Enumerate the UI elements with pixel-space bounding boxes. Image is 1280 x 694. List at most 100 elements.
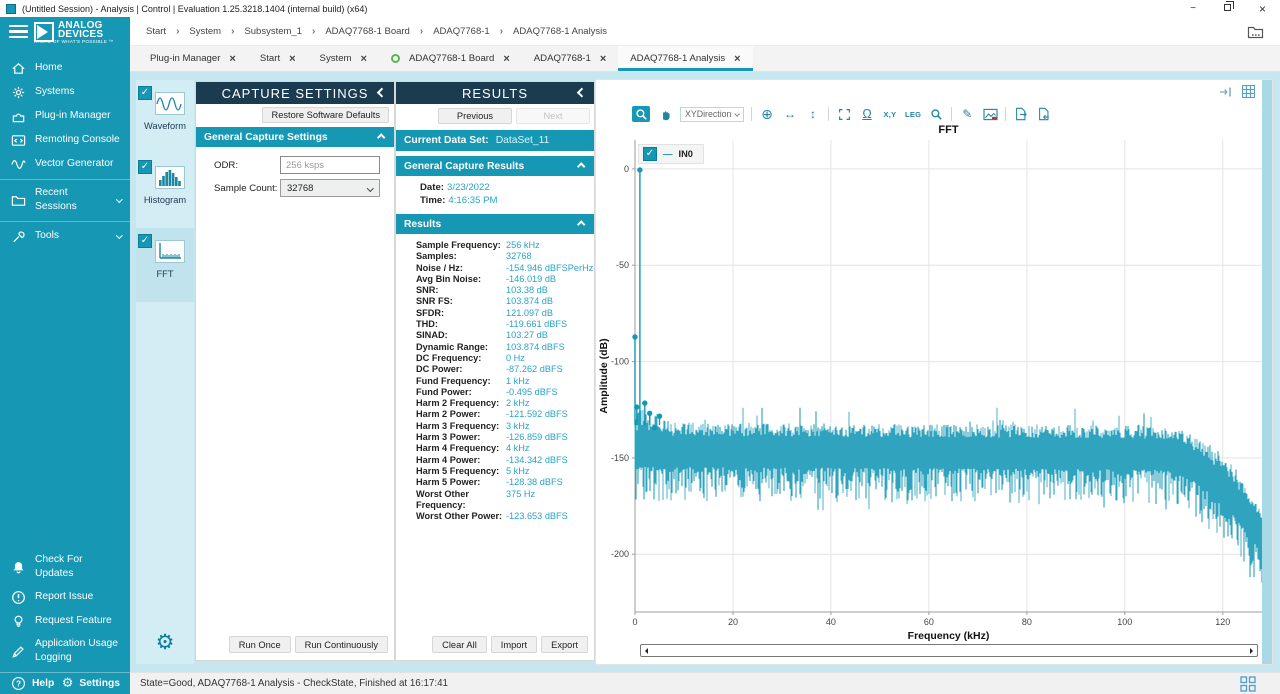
chevron-down-icon [734, 111, 740, 117]
fft-plot[interactable]: 0-50-100-150-200020406080100120Frequency… [596, 118, 1272, 644]
export-button[interactable]: Export [541, 636, 588, 653]
result-value: -87.262 dBFS [506, 364, 563, 375]
analysis-settings-gear-button[interactable]: ⚙ [136, 630, 194, 654]
restore-software-defaults-button[interactable]: Restore Software Defaults [262, 107, 389, 123]
results-header: RESULTS [396, 82, 594, 104]
session-folder-icon[interactable] [1247, 24, 1264, 39]
tab-close-icon[interactable]: × [361, 53, 367, 65]
result-label: SINAD: [416, 330, 506, 341]
tab-adaq7768-1-board[interactable]: ADAQ7768-1 Board × [379, 46, 522, 71]
sidebar-item-vector-generator[interactable]: Vector Generator [0, 152, 130, 176]
tool-checkbox[interactable]: ✓ [138, 160, 152, 174]
collapse-panel-icon[interactable] [576, 88, 586, 98]
run-once-button[interactable]: Run Once [229, 636, 291, 653]
sidebar-item-report-issue[interactable]: Report Issue [0, 585, 130, 609]
tab-close-icon[interactable]: × [600, 53, 606, 65]
chevron-down-icon [367, 185, 373, 191]
sidebar-item-tools[interactable]: Tools [0, 221, 130, 248]
bell-icon [10, 559, 26, 575]
sidebar-item-systems[interactable]: Systems [0, 80, 130, 104]
result-value: 2 kHz [506, 398, 530, 409]
tab-plug-in-manager[interactable]: Plug-in Manager× [138, 46, 248, 71]
result-label: Fund Frequency: [416, 376, 506, 387]
result-label: Fund Power: [416, 387, 506, 398]
hamburger-menu-icon[interactable] [9, 25, 28, 39]
analysis-tool-strip: ✓ Waveform ✓Histogram✓FFT ⚙ [136, 80, 194, 664]
sidebar-item-plug-in-manager[interactable]: Plug-in Manager [0, 104, 130, 128]
tab-adaq7768-1[interactable]: ADAQ7768-1× [522, 46, 619, 71]
results-section[interactable]: Results [396, 214, 594, 234]
general-capture-results-section[interactable]: General Capture Results [396, 156, 594, 176]
tab-system[interactable]: System× [308, 46, 379, 71]
scroll-right-button[interactable] [1250, 648, 1255, 654]
tool-checkbox[interactable]: ✓ [138, 234, 152, 248]
clear-all-button[interactable]: Clear All [432, 636, 487, 653]
odr-input[interactable] [280, 156, 380, 174]
sidebar-item-help[interactable]: ? Help [10, 676, 54, 692]
collapse-chart-panel-icon[interactable] [1218, 85, 1234, 104]
tab-adaq7768-1-analysis[interactable]: ADAQ7768-1 Analysis× [618, 46, 752, 71]
close-button[interactable]: × [1259, 2, 1266, 16]
tab-close-icon[interactable]: × [289, 53, 295, 65]
sidebar-item-recent-sessions[interactable]: Recent Sessions [0, 179, 130, 218]
result-value: 5 kHz [506, 466, 530, 477]
tab-label: ADAQ7768-1 Board [409, 53, 494, 64]
tool-checkbox[interactable]: ✓ [138, 86, 152, 100]
restore-icon [1224, 4, 1231, 11]
breadcrumb-item-adaq7768-1-board[interactable]: ADAQ7768-1 Board [325, 26, 410, 37]
tab-close-icon[interactable]: × [503, 53, 509, 65]
sidebar-item-request-feature[interactable]: Request Feature [0, 609, 130, 633]
restore-button[interactable] [1224, 3, 1231, 14]
tool-tab-fft[interactable]: ✓FFT [136, 228, 194, 302]
result-label: Harm 3 Frequency: [416, 421, 506, 432]
section-title: General Capture Results [404, 161, 524, 172]
section-title: Results [404, 219, 441, 230]
run-continuously-button[interactable]: Run Continuously [295, 636, 388, 653]
grid-view-icon[interactable] [1241, 84, 1256, 104]
breadcrumb-item-adaq7768-1-analysis[interactable]: ADAQ7768-1 Analysis [513, 26, 607, 37]
result-value: -121.592 dBFS [506, 409, 568, 420]
result-label: THD: [416, 319, 506, 330]
result-label: Noise / Hz: [416, 263, 506, 274]
date-value: 3/23/2022 [447, 182, 490, 193]
tool-tab-waveform[interactable]: ✓ Waveform [136, 80, 194, 154]
svg-text:0: 0 [632, 617, 637, 627]
brand-name-line2: DEVICES [58, 30, 103, 39]
sidebar-item-application-usage-logging[interactable]: Application Usage Logging [0, 633, 130, 669]
layout-restore-icon[interactable] [1240, 676, 1256, 692]
sidebar-item-settings[interactable]: ⚙ Settings [62, 677, 120, 690]
tab-close-icon[interactable]: × [734, 53, 740, 65]
result-value: 375 Hz [506, 489, 535, 512]
sidebar-item-check-for-updates[interactable]: Check For Updates [0, 549, 130, 585]
result-row-harm-4-power: Harm 4 Power:-134.342 dBFS [416, 455, 594, 466]
tool-tab-label: Waveform [136, 121, 194, 131]
general-capture-settings-section[interactable]: General Capture Settings [196, 127, 394, 147]
breadcrumb-item-start[interactable]: Start [146, 26, 166, 37]
chart-horizontal-scrollbar[interactable] [640, 644, 1258, 657]
breadcrumb-item-subsystem-1[interactable]: Subsystem_1 [244, 26, 302, 37]
next-dataset-button[interactable]: Next [516, 108, 590, 124]
sidebar-item-home[interactable]: Home [0, 56, 130, 80]
svg-text:100: 100 [1117, 617, 1132, 627]
breadcrumb-item-system[interactable]: System [189, 26, 221, 37]
sidebar-item-remoting-console[interactable]: Remoting Console [0, 128, 130, 152]
minimize-button[interactable]: − [1190, 3, 1196, 14]
sample-count-select[interactable]: 32768 [280, 179, 380, 197]
capture-settings-panel: CAPTURE SETTINGS Restore Software Defaul… [196, 82, 394, 660]
tab-close-icon[interactable]: × [229, 53, 235, 65]
import-button[interactable]: Import [491, 636, 537, 653]
collapse-panel-icon[interactable] [376, 88, 386, 98]
tool-tab-histogram[interactable]: ✓Histogram [136, 154, 194, 228]
tab-start[interactable]: Start× [248, 46, 308, 71]
result-value: 256 kHz [506, 240, 540, 251]
breadcrumb-item-adaq7768-1[interactable]: ADAQ7768-1 [433, 26, 490, 37]
section-title: General Capture Settings [204, 132, 328, 143]
fft-icon [155, 240, 185, 263]
home-icon [10, 60, 26, 76]
current-data-set-label: Current Data Set: [404, 135, 489, 146]
folder-icon [10, 192, 26, 208]
svg-text:?: ? [16, 680, 21, 689]
scroll-left-button[interactable] [643, 648, 648, 654]
previous-dataset-button[interactable]: Previous [438, 108, 512, 124]
histogram-icon [155, 166, 185, 189]
